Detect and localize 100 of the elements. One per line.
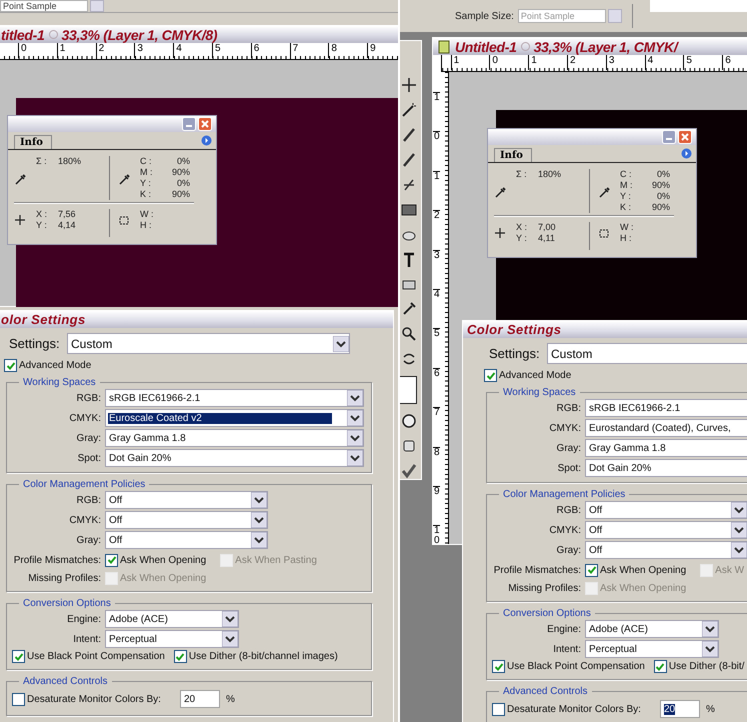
chevron-down-icon[interactable] bbox=[251, 512, 267, 528]
minimize-icon[interactable] bbox=[662, 130, 676, 144]
dropdown[interactable]: Point Sample bbox=[0, 0, 88, 12]
dropdown[interactable]: Off bbox=[105, 531, 268, 549]
dropdown[interactable]: Off bbox=[105, 511, 268, 529]
chevron-down-icon[interactable] bbox=[222, 631, 238, 647]
dropdown[interactable]: Off bbox=[585, 541, 747, 559]
dropdown[interactable]: Adobe (ACE) bbox=[585, 620, 719, 638]
close-icon[interactable] bbox=[678, 130, 692, 144]
chevron-down-icon[interactable] bbox=[251, 492, 267, 508]
marquee-icon bbox=[118, 214, 130, 226]
group-title: Advanced Controls bbox=[22, 676, 108, 687]
panel-tab[interactable]: Info bbox=[494, 148, 532, 162]
ruler-number: 4 bbox=[644, 55, 684, 70]
checkbox[interactable] bbox=[12, 650, 25, 663]
group-title: Working Spaces bbox=[22, 377, 97, 388]
field-label: Engine: bbox=[546, 624, 582, 634]
dropdown[interactable]: Off bbox=[585, 501, 747, 519]
checkbox[interactable] bbox=[654, 660, 667, 673]
dropdown[interactable]: Eurostandard (Coated), Curves, bbox=[585, 419, 747, 437]
move-icon[interactable] bbox=[401, 77, 417, 93]
dropdown[interactable]: Gray Gamma 1.8 bbox=[105, 429, 364, 447]
group-title: Color Management Policies bbox=[502, 489, 626, 500]
info-value: 4,11 bbox=[538, 233, 556, 244]
checkbox-label: Advanced Mode bbox=[499, 370, 572, 381]
info-label: Y : bbox=[36, 220, 48, 231]
checkbox[interactable] bbox=[105, 554, 118, 566]
checkbox-label: Ask W bbox=[715, 564, 744, 576]
field-label: Settings: bbox=[8, 336, 61, 351]
checkbox[interactable] bbox=[174, 650, 187, 663]
checkbox[interactable] bbox=[4, 359, 17, 372]
checkbox[interactable] bbox=[492, 660, 505, 673]
panel-tab[interactable]: Info bbox=[14, 135, 52, 149]
number-field[interactable]: 20 bbox=[180, 690, 220, 708]
document-zoom-info: 33,3% (Layer 1, CMYK/8) bbox=[62, 26, 218, 42]
dropdown[interactable]: Euroscale Coated v2 bbox=[105, 409, 364, 427]
square-icon[interactable] bbox=[401, 438, 417, 454]
panel-menu-icon[interactable] bbox=[201, 135, 212, 146]
chevron-down-icon[interactable] bbox=[222, 611, 238, 627]
dropdown[interactable]: Dot Gain 20% bbox=[585, 459, 747, 477]
number-field[interactable]: 20 bbox=[660, 700, 700, 718]
chevron-down-icon[interactable] bbox=[251, 532, 267, 548]
ruler-number: 1 bbox=[56, 43, 96, 58]
ruler-number: 3 bbox=[134, 43, 174, 58]
dropdown[interactable]: Perceptual bbox=[585, 640, 719, 658]
close-icon[interactable] bbox=[198, 117, 212, 131]
chevron-down-icon[interactable] bbox=[702, 641, 718, 657]
info-label: Y : bbox=[620, 191, 632, 202]
field-label: RGB: bbox=[556, 402, 582, 414]
checkmark-icon[interactable] bbox=[401, 463, 417, 480]
minimize-icon[interactable] bbox=[182, 117, 196, 131]
checkbox-label: Ask When Opening bbox=[600, 583, 686, 594]
field-label: Missing Profiles: bbox=[507, 583, 582, 594]
dropdown[interactable]: Perceptual bbox=[105, 630, 239, 648]
ruler-number: 9 bbox=[433, 486, 440, 526]
ruler-number: 3 bbox=[606, 55, 645, 70]
zoom-icon[interactable] bbox=[401, 326, 417, 342]
field-label: CMYK: bbox=[68, 412, 102, 424]
group-title: Color Management Policies bbox=[22, 479, 146, 490]
dropdown[interactable]: sRGB IEC61966-2.1 bbox=[585, 399, 747, 417]
info-value: 90% bbox=[650, 202, 670, 213]
chevron-down-icon[interactable] bbox=[333, 336, 349, 352]
checkbox[interactable] bbox=[585, 564, 598, 576]
type-tool-icon[interactable] bbox=[401, 252, 417, 268]
field-label: Engine: bbox=[66, 614, 102, 624]
checkbox[interactable] bbox=[12, 692, 25, 706]
dropdown[interactable]: Custom bbox=[67, 333, 350, 354]
ruler-number: 6 bbox=[250, 43, 290, 58]
eyedropper-icon[interactable] bbox=[401, 301, 417, 318]
dropdown[interactable]: Gray Gamma 1.8 bbox=[585, 439, 747, 457]
circle-icon[interactable] bbox=[401, 413, 417, 430]
color-swatch[interactable] bbox=[400, 376, 417, 404]
checkbox[interactable] bbox=[492, 702, 505, 716]
dropdown[interactable]: Off bbox=[105, 491, 268, 509]
panel-menu-icon[interactable] bbox=[681, 148, 692, 159]
ruler-number: 1 bbox=[433, 170, 440, 210]
dropdown[interactable]: Dot Gain 20% bbox=[105, 449, 364, 467]
dropdown[interactable]: Adobe (ACE) bbox=[105, 610, 239, 628]
field-label: Missing Profiles: bbox=[27, 573, 102, 584]
chevron-down-icon[interactable] bbox=[347, 410, 363, 426]
info-value: 90% bbox=[650, 180, 670, 191]
checkbox-label: Use Dither (8-bit/ bbox=[668, 661, 744, 672]
ruler-number: 7 bbox=[290, 43, 328, 58]
chevron-down-icon[interactable] bbox=[731, 522, 747, 538]
eyedropper-icon bbox=[118, 174, 130, 186]
chevron-down-icon[interactable] bbox=[731, 542, 747, 558]
dropdown[interactable]: Off bbox=[585, 521, 747, 539]
chevron-down-icon[interactable] bbox=[347, 430, 363, 446]
chevron-down-icon[interactable] bbox=[347, 390, 363, 406]
chevron-down-icon[interactable] bbox=[702, 621, 718, 637]
checkbox[interactable] bbox=[484, 369, 497, 382]
ruler-number: 2 bbox=[567, 55, 606, 70]
ruler-number: 6 bbox=[722, 55, 747, 70]
dropdown[interactable]: sRGB IEC61966-2.1 bbox=[105, 389, 364, 407]
dropdown[interactable]: Custom bbox=[547, 343, 747, 364]
group-title: Conversion Options bbox=[502, 608, 592, 619]
chevron-down-icon[interactable] bbox=[347, 450, 363, 466]
magic-wand-icon[interactable] bbox=[401, 102, 417, 118]
chevron-down-icon[interactable] bbox=[731, 502, 747, 518]
info-value: 0% bbox=[176, 178, 190, 189]
